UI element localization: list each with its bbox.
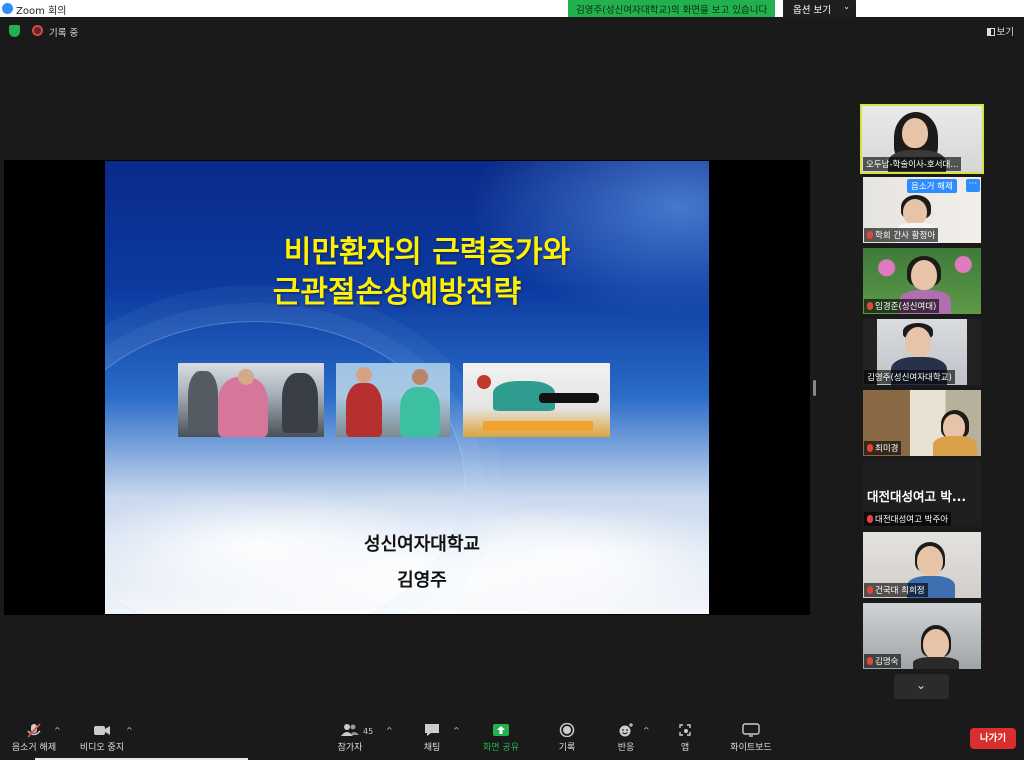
share-screen-icon — [492, 723, 510, 737]
slide-photo-yoga — [463, 363, 610, 437]
participant-tile[interactable]: 음소거 해제 ··· 학회 간사 황정아 — [863, 177, 981, 243]
meeting-topbar: 기록 중 보기 — [0, 20, 1024, 40]
stop-video-label: 비디오 중지 — [79, 743, 125, 753]
chevron-down-icon: ⌄ — [843, 2, 850, 11]
participants-count: 45 — [363, 727, 374, 736]
reactions-button[interactable]: 반응 — [612, 716, 640, 753]
reactions-label: 반응 — [617, 743, 635, 753]
meeting-toolbar: 음소거 해제 ^ 비디오 중지 ^ 참가자 45 ^ 채팅 ^ 화면 공유 기록 — [0, 716, 1024, 760]
record-label: 기록 — [558, 743, 576, 753]
mic-muted-icon — [867, 302, 873, 310]
apps-icon — [676, 723, 694, 737]
unmute-button[interactable]: 음소거 해제 — [907, 179, 957, 193]
slide-school: 성신여자대학교 — [364, 534, 480, 555]
chat-bubble-icon — [423, 723, 441, 737]
participant-name: 김영주(성신여자대학교) — [864, 370, 955, 384]
more-options-button[interactable]: ··· — [966, 179, 980, 192]
chat-label: 채팅 — [423, 743, 441, 753]
shared-screen: 비만환자의 근력증가와 근관절손상예방전략 성신여자대학교 김영주 — [4, 160, 810, 615]
layout-icon — [986, 28, 995, 36]
whiteboard-button[interactable]: 화이트보드 — [726, 716, 776, 753]
mic-muted-icon — [867, 444, 873, 452]
panel-resize-handle[interactable] — [813, 380, 816, 396]
presentation-slide: 비만환자의 근력증가와 근관절손상예방전략 성신여자대학교 김영주 — [105, 161, 709, 614]
window-titlebar: Zoom 회의 — [0, 0, 1024, 17]
participant-name: 학회 간사 황정아 — [864, 228, 939, 242]
chevron-down-icon: ⌄ — [916, 678, 927, 692]
window-title: Zoom 회의 — [16, 6, 67, 17]
video-camera-icon — [93, 723, 111, 737]
slide-title-line2: 근관절손상예방전략 — [272, 275, 522, 310]
chat-options-caret[interactable]: ^ — [453, 726, 460, 735]
participant-tile[interactable]: 김명숙 — [863, 603, 981, 669]
zoom-logo-icon — [2, 3, 13, 14]
video-options-caret[interactable]: ^ — [126, 726, 133, 735]
smiley-icon — [617, 723, 635, 737]
participants-icon — [341, 723, 359, 737]
record-button[interactable]: 기록 — [553, 716, 581, 753]
participant-tile[interactable]: 건국대 최희정 — [863, 532, 981, 598]
share-screen-label: 화면 공유 — [483, 743, 519, 753]
security-shield-icon[interactable] — [9, 25, 20, 37]
slide-photo-gym — [178, 363, 324, 437]
participant-display-name: 대전대성여고 박... — [867, 489, 967, 504]
record-icon — [558, 722, 576, 738]
stop-video-button[interactable]: 비디오 중지 — [78, 716, 126, 753]
mic-muted-icon — [867, 515, 873, 523]
participant-tile[interactable]: 최미경 — [863, 390, 981, 456]
participants-options-caret[interactable]: ^ — [386, 726, 393, 735]
participant-tile[interactable]: 대전대성여고 박... 대전대성여고 박주아 — [863, 461, 981, 527]
participant-name: 김명숙 — [864, 654, 902, 668]
participant-tile[interactable]: 임경준(성신여대) — [863, 248, 981, 314]
reactions-options-caret[interactable]: ^ — [643, 726, 650, 735]
mic-muted-icon — [867, 231, 873, 239]
recording-icon[interactable] — [32, 25, 43, 36]
participant-tile[interactable]: 김영주(성신여자대학교) — [863, 319, 981, 385]
slide-title-line1: 비만환자의 근력증가와 — [283, 235, 571, 270]
participant-name: 건국대 최희정 — [864, 583, 928, 597]
participant-name: 최미경 — [864, 441, 902, 455]
participant-name: 임경준(성신여대) — [864, 299, 940, 313]
leave-button[interactable]: 나가기 — [970, 728, 1016, 749]
share-screen-button[interactable]: 화면 공유 — [480, 716, 522, 753]
whiteboard-label: 화이트보드 — [730, 743, 772, 753]
mic-off-icon — [25, 723, 43, 738]
slide-author: 김영주 — [397, 570, 447, 591]
chat-button[interactable]: 채팅 — [416, 716, 448, 753]
gallery-scroll-down-button[interactable]: ⌄ — [894, 674, 949, 699]
participant-tile[interactable]: 오두남-학술이사-호서대... — [860, 104, 984, 174]
unmute-label: 음소거 해제 — [11, 743, 57, 753]
apps-label: 앱 — [680, 743, 690, 753]
view-options-button[interactable]: 옵션 보기 ⌄ — [783, 0, 856, 17]
view-options-label: 옵션 보기 — [793, 5, 831, 16]
view-button[interactable]: 보기 — [986, 24, 1014, 38]
whiteboard-icon — [742, 723, 760, 737]
unmute-toolbar-button[interactable]: 음소거 해제 — [10, 716, 58, 753]
participants-label: 참가자 — [337, 743, 363, 753]
view-label: 보기 — [996, 27, 1014, 38]
mic-muted-icon — [867, 657, 873, 665]
mic-muted-icon — [867, 586, 873, 594]
apps-button[interactable]: 앱 — [672, 716, 698, 753]
participant-name: 대전대성여고 박주아 — [864, 512, 952, 526]
recording-label: 기록 중 — [49, 28, 79, 39]
share-banner: 김영주(성신여자대학교)의 화면을 보고 있습니다 — [568, 0, 776, 17]
participant-name: 오두남-학술이사-호서대... — [863, 157, 962, 171]
audio-options-caret[interactable]: ^ — [54, 726, 61, 735]
slide-photo-bands — [336, 363, 450, 437]
